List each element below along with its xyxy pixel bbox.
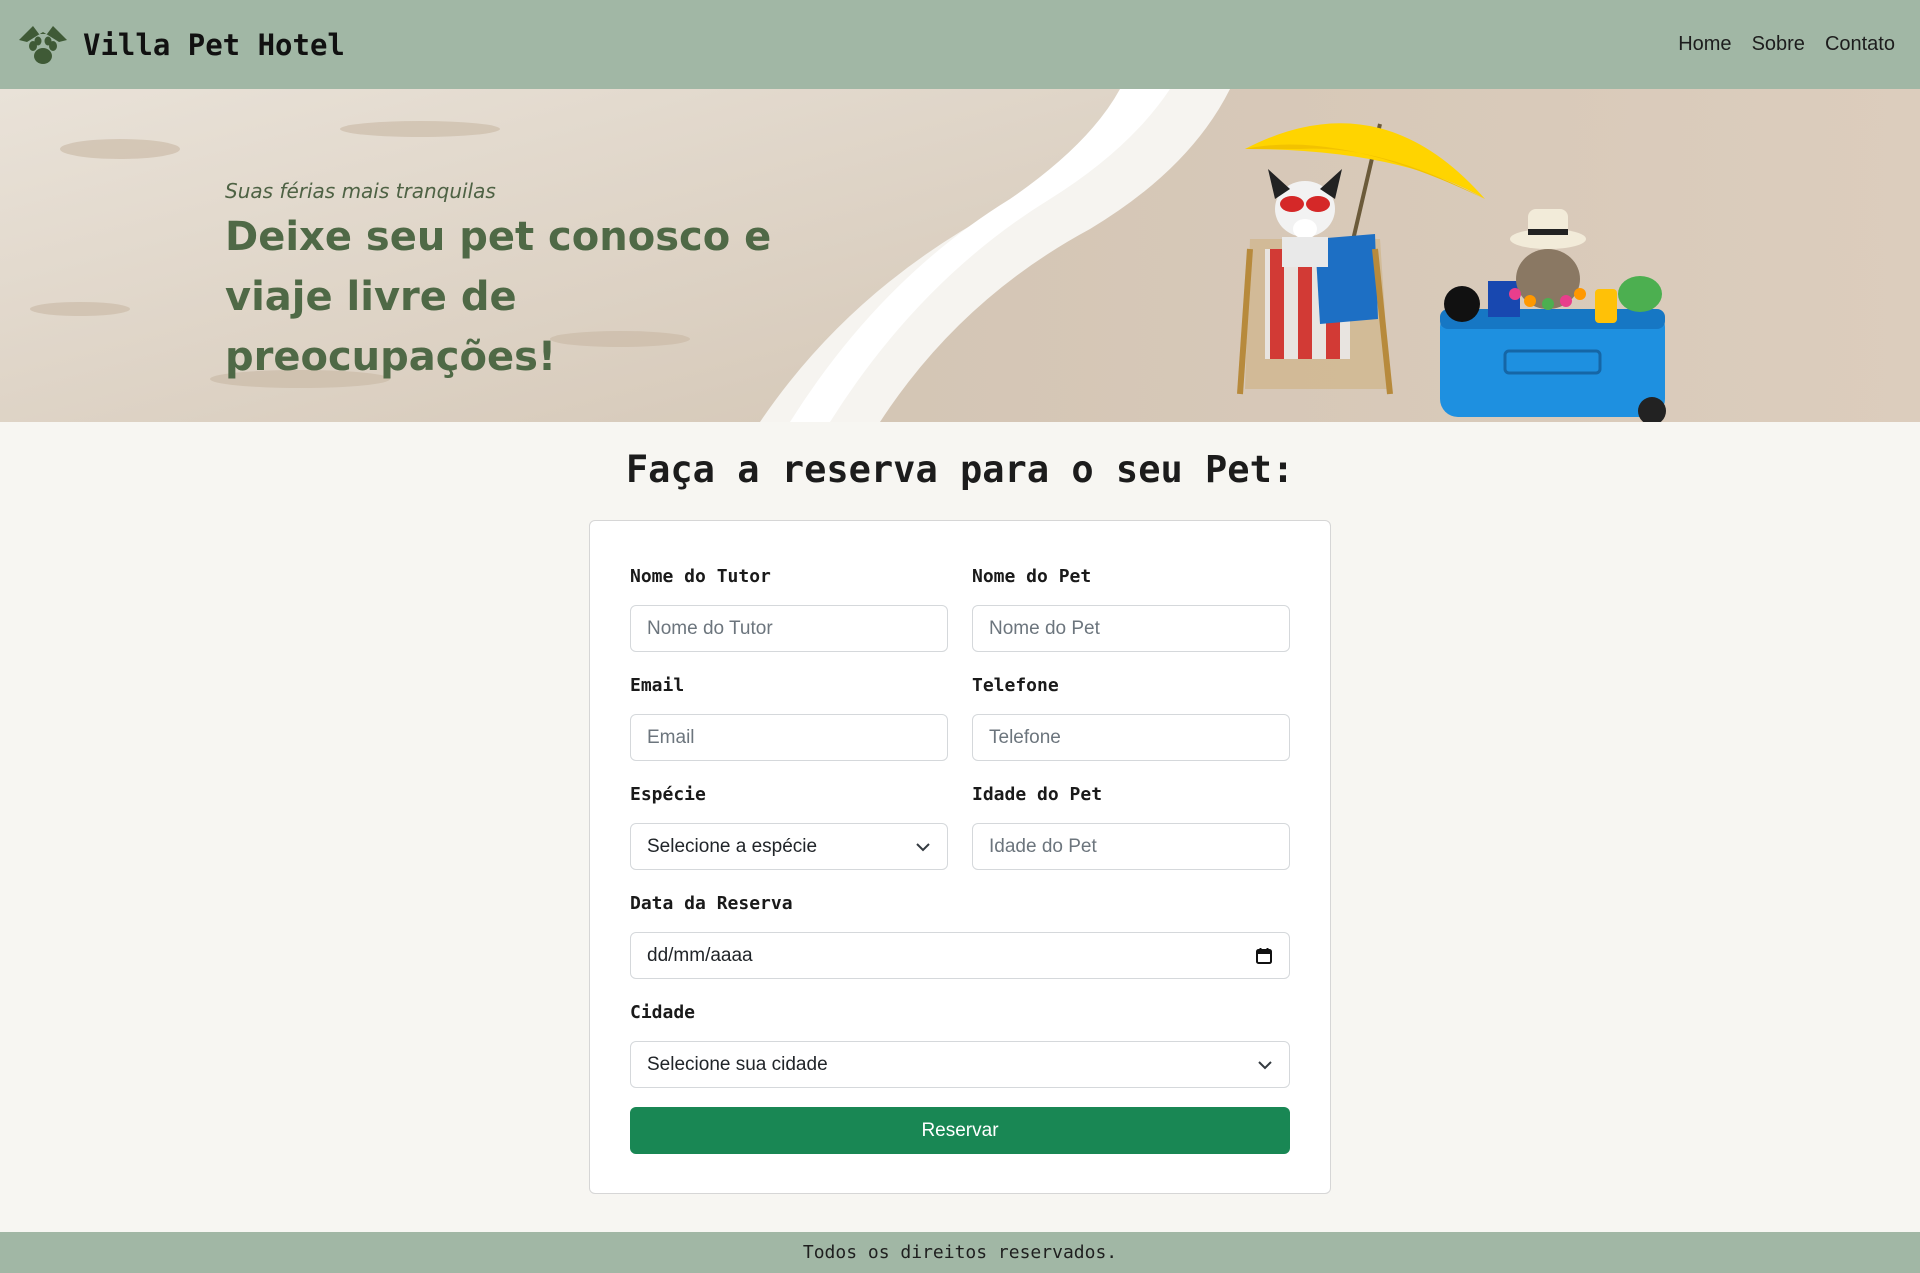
phone-input[interactable]: Telefone [972,714,1290,761]
tutor-field: Nome do Tutor Nome do Tutor [630,565,948,652]
city-label: Cidade [630,1002,696,1023]
tutor-placeholder: Nome do Tutor [647,617,773,639]
species-field: Espécie Selecione a espécie [630,783,948,870]
reservation-date-input[interactable]: dd/mm/aaaa [630,932,1290,979]
date-label: Data da Reserva [630,893,793,914]
hero-subtitle: Suas férias mais tranquilas [225,179,496,203]
city-selected-value: Selecione sua cidade [647,1053,828,1075]
hero-text: Suas férias mais tranquilas Deixe seu pe… [225,179,825,387]
city-field: Cidade Selecione sua cidade [630,1001,1290,1088]
footer-copyright: Todos os direitos reservados. [802,1242,1118,1263]
species-label: Espécie [630,784,706,805]
pet-label: Nome do Pet [972,566,1092,587]
navbar: Villa Pet Hotel Home Sobre Contato [0,0,1920,89]
age-placeholder: Idade do Pet [989,835,1097,857]
brand-name: Villa Pet Hotel [83,27,345,62]
phone-label: Telefone [972,675,1059,696]
email-label: Email [630,675,685,696]
pet-age-input[interactable]: Idade do Pet [972,823,1290,870]
tutor-name-input[interactable]: Nome do Tutor [630,605,948,652]
reservation-form: Nome do Tutor Nome do Tutor Nome do Pet … [589,520,1331,1194]
calendar-icon[interactable] [1255,947,1273,965]
phone-placeholder: Telefone [989,726,1061,748]
age-field: Idade do Pet Idade do Pet [972,783,1290,870]
date-value: dd/mm/aaaa [647,944,753,966]
brand[interactable]: Villa Pet Hotel [15,20,345,70]
chevron-down-icon [916,842,930,851]
hero-title: Deixe seu pet conosco e viaje livre de p… [225,214,772,380]
city-select[interactable]: Selecione sua cidade [630,1041,1290,1088]
phone-field: Telefone Telefone [972,674,1290,761]
hero-banner: Suas férias mais tranquilas Deixe seu pe… [0,89,1920,422]
species-select[interactable]: Selecione a espécie [630,823,948,870]
nav-link-sobre[interactable]: Sobre [1752,33,1805,56]
main-nav: Home Sobre Contato [1678,33,1895,56]
email-field: Email Email [630,674,948,761]
date-field: Data da Reserva dd/mm/aaaa [630,892,1290,979]
pet-placeholder: Nome do Pet [989,617,1100,639]
nav-link-contato[interactable]: Contato [1825,33,1895,56]
age-label: Idade do Pet [972,784,1103,805]
email-input[interactable]: Email [630,714,948,761]
email-placeholder: Email [647,726,695,748]
reserve-button[interactable]: Reservar [630,1107,1290,1154]
pet-name-input[interactable]: Nome do Pet [972,605,1290,652]
form-heading: Faça a reserva para o seu Pet: [625,448,1295,491]
pet-field: Nome do Pet Nome do Pet [972,565,1290,652]
chevron-down-icon [1258,1060,1272,1069]
paw-cat-logo-icon [19,25,67,64]
species-selected-value: Selecione a espécie [647,835,818,857]
tutor-label: Nome do Tutor [630,566,771,587]
nav-link-home[interactable]: Home [1678,33,1731,56]
footer: Todos os direitos reservados. [0,1232,1920,1273]
